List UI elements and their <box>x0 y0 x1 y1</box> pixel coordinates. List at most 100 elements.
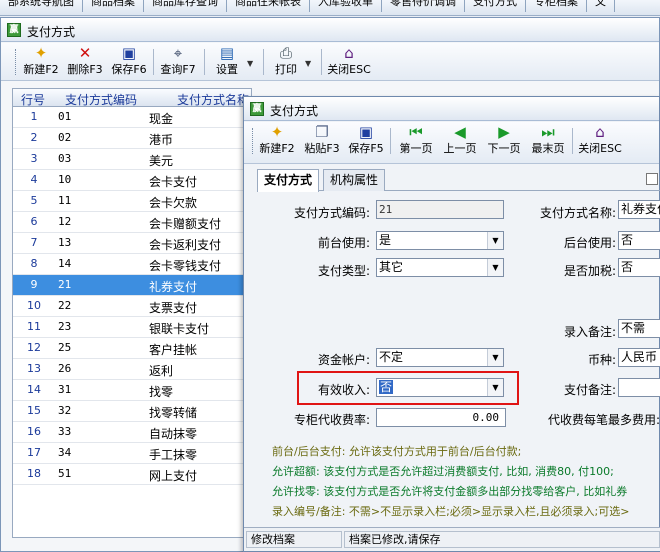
dialog-close-button[interactable]: ⌂ 关闭ESC <box>578 124 622 158</box>
top-tab[interactable]: 入库验收单 <box>310 0 382 12</box>
name-cell: 会卡赠额支付 <box>149 217 222 231</box>
paste-icon: ❐ <box>315 123 329 141</box>
top-tab[interactable]: 商品库存查询 <box>144 0 227 12</box>
main-title: 支付方式 <box>27 25 76 39</box>
last-page-button[interactable]: ⏭ 最末页 <box>528 124 568 158</box>
save-button[interactable]: ▣ 保存F6 <box>109 45 149 79</box>
code-cell: 14 <box>58 257 72 270</box>
back-use-label: 后台使用: <box>563 236 616 250</box>
first-page-icon: ⏮ <box>409 123 423 141</box>
header-name[interactable]: 支付方式名称 <box>177 91 249 108</box>
table-row[interactable]: 14 31 找零 <box>13 380 251 401</box>
new-checkbox[interactable] <box>646 173 658 185</box>
dropdown-arrow-icon[interactable]: ▼ <box>487 349 503 366</box>
table-row[interactable]: 11 23 银联卡支付 <box>13 317 251 338</box>
table-row[interactable]: 3 03 美元 <box>13 149 251 170</box>
add-tax-select[interactable]: 否 <box>618 258 660 277</box>
dialog-tab-bar: 支付方式 机构属性 新 <box>257 169 660 192</box>
exit-door-icon: ⌂ <box>344 44 354 62</box>
close-button[interactable]: ⌂ 关闭ESC <box>327 45 371 79</box>
rate-label: 专柜代收费率: <box>293 413 370 427</box>
table-row[interactable]: 1 01 现金 <box>13 107 251 128</box>
payment-note-select[interactable] <box>618 378 660 397</box>
top-tab-bar: 部系统导航图 商品档案 商品库存查询 商品往来帐表 入库验收单 零售待价调调 支付方式 专柜档… <box>0 0 660 16</box>
dialog-new-button[interactable]: ✦ 新建F2 <box>258 124 296 158</box>
dropdown-arrow-icon[interactable]: ▼ <box>487 232 503 249</box>
previous-page-button[interactable]: ◀ 上一页 <box>440 124 480 158</box>
payment-type-select[interactable]: 其它 ▼ <box>376 258 504 277</box>
table-row[interactable]: 9 21 礼券支付 <box>13 275 251 296</box>
new-button[interactable]: ✦ 新建F2 <box>22 45 60 79</box>
dropdown-arrow-icon[interactable]: ▼ <box>487 259 503 276</box>
row-number-cell: 9 <box>30 278 38 291</box>
code-field[interactable]: 21 <box>376 200 504 219</box>
currency-select[interactable]: 人民币 <box>618 348 660 367</box>
name-field[interactable]: 礼券支付 <box>618 200 660 219</box>
table-row[interactable]: 15 32 找零转储 <box>13 401 251 422</box>
back-use-select[interactable]: 否 <box>618 231 660 250</box>
toolbar-grip[interactable] <box>252 128 255 154</box>
table-row[interactable]: 2 02 港币 <box>13 128 251 149</box>
tab-payment-method[interactable]: 支付方式 <box>257 169 320 192</box>
table-row[interactable]: 4 10 会卡支付 <box>13 170 251 191</box>
top-tab[interactable]: 商品档案 <box>83 0 144 12</box>
name-cell: 返利 <box>149 364 174 378</box>
print-button[interactable]: ⎙ 打印 <box>271 45 301 79</box>
top-tab[interactable]: 部系统导航图 <box>0 0 83 12</box>
tab-org-attributes[interactable]: 机构属性 <box>323 169 386 191</box>
table-row[interactable]: 10 22 支票支付 <box>13 296 251 317</box>
name-cell: 找零转储 <box>149 406 198 420</box>
top-tab[interactable]: 支付方式 <box>465 0 526 12</box>
table-row[interactable]: 5 11 会卡欠款 <box>13 191 251 212</box>
delete-button[interactable]: ✕ 删除F3 <box>65 45 105 79</box>
toolbar-separator <box>153 49 154 75</box>
next-page-button[interactable]: ▶ 下一页 <box>484 124 524 158</box>
toolbar-separator <box>321 49 322 75</box>
fund-account-select[interactable]: 不定 ▼ <box>376 348 504 367</box>
dialog-title-bar: 赢 支付方式 <box>244 97 659 121</box>
toolbar-separator <box>204 49 205 75</box>
top-tab[interactable]: 商品往来帐表 <box>227 0 310 12</box>
app-icon: 赢 <box>7 23 21 37</box>
settings-dropdown-arrow-icon[interactable]: ▼ <box>247 59 253 68</box>
code-cell: 34 <box>58 446 72 459</box>
currency-label: 币种: <box>587 353 616 367</box>
query-button[interactable]: ⌖ 查询F7 <box>158 45 198 79</box>
top-tab[interactable]: 文 <box>587 0 615 12</box>
name-label: 支付方式名称: <box>539 206 616 220</box>
delete-x-icon: ✕ <box>78 44 92 62</box>
table-row[interactable]: 12 25 客户挂帐 <box>13 338 251 359</box>
table-row[interactable]: 18 51 网上支付 <box>13 464 251 485</box>
row-number-cell: 3 <box>30 152 38 165</box>
note-line: 允许超额: 该支付方式是否允许超过消费额支付, 比如, 消费80, 付100; <box>272 465 614 478</box>
code-cell: 01 <box>58 110 72 123</box>
dialog-paste-button[interactable]: ❐ 粘贴F3 <box>302 124 342 158</box>
header-code[interactable]: 支付方式编码 <box>65 91 137 108</box>
table-row[interactable]: 17 34 手工抹零 <box>13 443 251 464</box>
first-page-button[interactable]: ⏮ 第一页 <box>396 124 436 158</box>
status-message: 档案已修改,请保存 <box>344 531 660 548</box>
rate-field[interactable]: 0.00 <box>376 408 506 427</box>
table-row[interactable]: 6 12 会卡赠额支付 <box>13 212 251 233</box>
code-cell: 31 <box>58 383 72 396</box>
settings-button[interactable]: ▤ 设置 <box>211 45 243 79</box>
toolbar-grip[interactable] <box>15 49 18 75</box>
front-use-select[interactable]: 是 ▼ <box>376 231 504 250</box>
print-dropdown-arrow-icon[interactable]: ▼ <box>305 59 311 68</box>
table-row[interactable]: 7 13 会卡返利支付 <box>13 233 251 254</box>
entry-note-select[interactable]: 不需 <box>618 319 660 338</box>
table-row[interactable]: 16 33 自动抹零 <box>13 422 251 443</box>
row-number-cell: 16 <box>27 425 41 438</box>
payment-method-grid[interactable]: 行号 支付方式编码 支付方式名称 1 01 现金 2 02 港币 3 03 美元 4 10 会卡支付 5… <box>12 88 252 538</box>
name-cell: 网上支付 <box>149 469 198 483</box>
table-row[interactable]: 13 26 返利 <box>13 359 251 380</box>
dialog-save-button[interactable]: ▣ 保存F5 <box>346 124 386 158</box>
status-bar: 修改档案 档案已修改,请保存 <box>244 527 660 551</box>
top-tab[interactable]: 专柜档案 <box>526 0 587 12</box>
name-cell: 会卡零钱支付 <box>149 259 222 273</box>
previous-arrow-icon: ◀ <box>454 123 466 141</box>
header-row-number[interactable]: 行号 <box>21 91 45 108</box>
top-tab[interactable]: 零售待价调调 <box>382 0 465 12</box>
table-row[interactable]: 8 14 会卡零钱支付 <box>13 254 251 275</box>
dialog-app-icon: 赢 <box>250 102 264 116</box>
